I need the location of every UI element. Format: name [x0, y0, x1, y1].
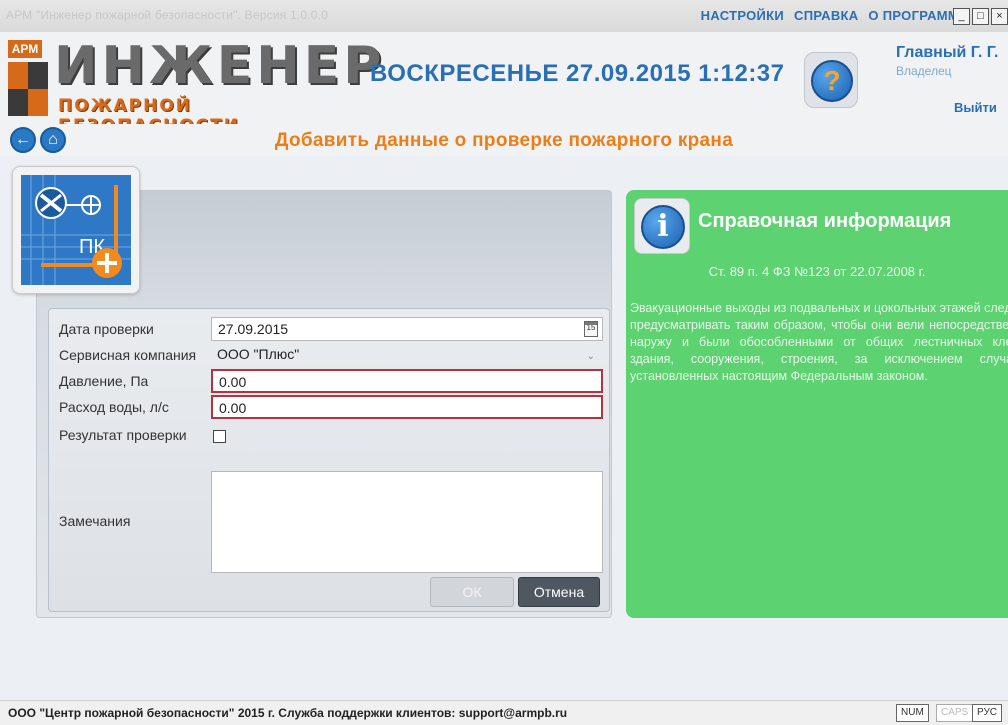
info-icon: i — [634, 198, 690, 254]
logout-link[interactable]: Выйти — [954, 100, 997, 115]
user-block: Главный Г. Г. Владелец Выйти — [896, 44, 999, 115]
cancel-button[interactable]: Отмена — [518, 577, 600, 607]
fire-hydrant-module-icon: ПК — [12, 166, 140, 294]
remarks-textarea[interactable] — [211, 471, 603, 573]
close-button[interactable]: × — [991, 8, 1008, 25]
window-controls: _ □ × — [953, 8, 1008, 25]
result-label: Результат проверки — [59, 427, 187, 443]
company-label: Сервисная компания — [59, 347, 197, 363]
form-fields: Дата проверки 27.09.2015 15 Сервисная ко… — [48, 308, 610, 612]
help-icon: ? — [811, 60, 853, 102]
status-bar: ООО "Центр пожарной безопасности" 2015 г… — [0, 700, 1008, 725]
maximize-button[interactable]: □ — [972, 8, 989, 25]
date-label: Дата проверки — [59, 321, 154, 337]
ok-button[interactable]: ОК — [430, 577, 514, 607]
calendar-icon[interactable]: 15 — [584, 321, 598, 337]
main-content: ПК Дата проверки 27.09.2015 15 Сервисная… — [0, 156, 1008, 686]
menu-help[interactable]: СПРАВКА — [794, 8, 858, 23]
copyright-text: ООО "Центр пожарной безопасности" 2015 г… — [8, 706, 568, 720]
info-panel: i Справочная информация Ст. 89 п. 4 ФЗ №… — [626, 190, 1008, 618]
module-graphic: ПК — [21, 175, 131, 285]
flow-field[interactable]: 0.00 — [211, 395, 603, 419]
company-value: ООО "Плюс" — [217, 346, 300, 362]
page-title: Добавить данные о проверке пожарного кра… — [274, 130, 734, 151]
home-icon: ⌂ — [48, 131, 58, 148]
help-button[interactable]: ? — [804, 52, 858, 108]
company-select[interactable]: ООО "Плюс" ⌄ — [211, 343, 603, 367]
date-value: 27.09.2015 — [218, 321, 289, 337]
window-title: АРМ "Инженер пожарной безопасности". Вер… — [6, 8, 329, 22]
app-logo: АРМ ИНЖЕНЕР ПОЖАРНОЙ БЕЗОПАСНОСТИ — [8, 40, 381, 136]
top-menu: НАСТРОЙКИ СПРАВКА О ПРОГРАММЕ — [695, 8, 968, 23]
info-reference: Ст. 89 п. 4 ФЗ №123 от 22.07.2008 г. — [708, 264, 926, 279]
current-datetime: ВОСКРЕСЕНЬЕ 27.09.2015 1:12:37 — [370, 60, 785, 87]
user-name: Главный Г. Г. — [896, 44, 999, 61]
minimize-button[interactable]: _ — [953, 8, 970, 25]
result-checkbox[interactable] — [213, 430, 226, 443]
chevron-down-icon: ⌄ — [586, 351, 595, 362]
nav-bar: Добавить данные о проверке пожарного кра… — [0, 124, 1008, 156]
pressure-field[interactable]: 0.00 — [211, 369, 603, 393]
num-indicator: NUM — [896, 704, 929, 722]
logo-badge: АРМ — [8, 40, 42, 58]
pressure-label: Давление, Па — [59, 373, 149, 389]
header: АРМ ИНЖЕНЕР ПОЖАРНОЙ БЕЗОПАСНОСТИ ВОСКРЕ… — [0, 32, 1008, 136]
arrow-left-icon: ← — [15, 131, 31, 148]
home-button[interactable]: ⌂ — [40, 127, 66, 153]
back-button[interactable]: ← — [10, 127, 36, 153]
date-field[interactable]: 27.09.2015 15 — [211, 317, 603, 341]
lang-indicator: РУС — [972, 704, 1003, 722]
menu-settings[interactable]: НАСТРОЙКИ — [701, 8, 784, 23]
logo-checker-icon — [8, 62, 48, 116]
remarks-label: Замечания — [59, 513, 131, 529]
logo-main-text: ИНЖЕНЕР — [54, 36, 386, 96]
info-text: Эвакуационные выходы из подвальных и цок… — [630, 301, 1008, 383]
flow-label: Расход воды, л/с — [59, 399, 169, 415]
caps-indicator: CAPS — [936, 704, 974, 722]
info-title: Справочная информация — [698, 210, 952, 232]
title-bar: АРМ "Инженер пожарной безопасности". Вер… — [0, 0, 1008, 32]
user-role: Владелец — [896, 64, 952, 78]
